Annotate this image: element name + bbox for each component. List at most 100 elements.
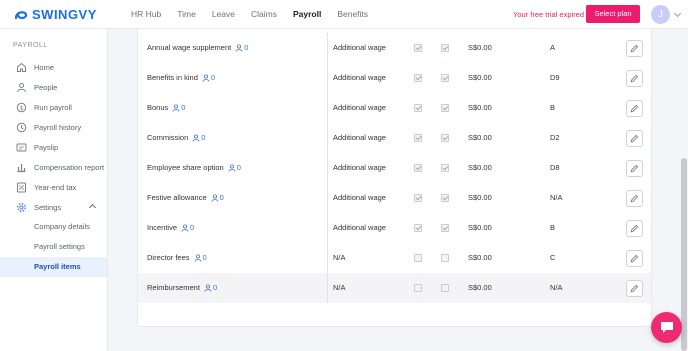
people-icon[interactable]: [202, 74, 210, 82]
item-type: Additional wage: [333, 163, 386, 172]
sidebar-item-year-end-tax[interactable]: Year-end tax: [0, 177, 107, 197]
people-icon[interactable]: [235, 44, 243, 52]
edit-button[interactable]: [626, 160, 643, 177]
edit-button[interactable]: [626, 70, 643, 87]
item-type: N/A: [333, 283, 346, 292]
table-row[interactable]: Employee share option 0 Additional wage …: [138, 153, 651, 183]
checkbox-2[interactable]: [441, 224, 449, 232]
nav-leave[interactable]: Leave: [212, 0, 235, 29]
people-count[interactable]: 0: [211, 63, 215, 93]
sidebar-item-label: Compensation report: [34, 162, 105, 172]
checkbox-2[interactable]: [441, 74, 449, 82]
report-icon: [15, 161, 27, 173]
sidebar-item-compensation-report[interactable]: Compensation report: [0, 157, 107, 177]
people-count[interactable]: 0: [244, 33, 248, 63]
brand-name: SWINGVY: [32, 7, 97, 22]
item-amount: S$0.00: [468, 103, 492, 112]
checkbox-1[interactable]: [414, 224, 422, 232]
scrollbar[interactable]: [681, 158, 687, 351]
sidebar-item-payroll-history[interactable]: Payroll history: [0, 117, 107, 137]
item-name: Employee share option: [147, 163, 224, 172]
item-type: Additional wage: [333, 193, 386, 202]
item-type: Additional wage: [333, 133, 386, 142]
sidebar-item-home[interactable]: Home: [0, 57, 107, 77]
edit-button[interactable]: [626, 40, 643, 57]
nav-benefits[interactable]: Benefits: [337, 0, 368, 29]
checkbox-1[interactable]: [414, 104, 422, 112]
checkbox-2[interactable]: [441, 44, 449, 52]
top-bar: SWINGVY HR Hub Time Leave Claims Payroll…: [0, 0, 688, 29]
checkbox-2[interactable]: [441, 194, 449, 202]
table-row[interactable]: Incentive 0 Additional wage S$0.00 B: [138, 213, 651, 243]
people-icon[interactable]: [204, 284, 212, 292]
people-count[interactable]: 0: [181, 93, 185, 123]
edit-button[interactable]: [626, 130, 643, 147]
nav-claims[interactable]: Claims: [251, 0, 277, 29]
top-nav: HR Hub Time Leave Claims Payroll Benefit…: [131, 0, 384, 29]
table-row[interactable]: Commission 0 Additional wage S$0.00 D2: [138, 123, 651, 153]
checkbox-1[interactable]: [414, 284, 422, 292]
people-count[interactable]: 0: [201, 123, 205, 153]
checkbox-1[interactable]: [414, 134, 422, 142]
chat-icon: [660, 322, 673, 333]
avatar[interactable]: J: [651, 5, 670, 24]
nav-payroll[interactable]: Payroll: [293, 0, 321, 29]
item-name: Festive allowance: [147, 193, 207, 202]
people-icon[interactable]: [228, 164, 236, 172]
checkbox-1[interactable]: [414, 44, 422, 52]
people-icon[interactable]: [192, 134, 200, 142]
chat-button[interactable]: [651, 312, 682, 343]
table-row[interactable]: Benefits in kind 0 Additional wage S$0.0…: [138, 63, 651, 93]
people-icon[interactable]: [181, 224, 189, 232]
item-code: D9: [550, 73, 560, 82]
checkbox-2[interactable]: [441, 164, 449, 172]
chevron-up-icon[interactable]: [88, 203, 97, 212]
nav-hr-hub[interactable]: HR Hub: [131, 0, 161, 29]
swingvy-logo[interactable]: SWINGVY: [13, 6, 97, 23]
people-icon[interactable]: [172, 104, 180, 112]
item-amount: S$0.00: [468, 43, 492, 52]
checkbox-1[interactable]: [414, 74, 422, 82]
checkbox-2[interactable]: [441, 104, 449, 112]
people-count[interactable]: 0: [237, 153, 241, 183]
table-row[interactable]: Annual wage supplement 0 Additional wage…: [138, 33, 651, 63]
checkbox-2[interactable]: [441, 284, 449, 292]
sidebar-item-label: People: [34, 82, 58, 92]
people-count[interactable]: 0: [190, 213, 194, 243]
table-row[interactable]: Reimbursement 0 N/A S$0.00 N/A: [138, 273, 651, 303]
nav-time[interactable]: Time: [177, 0, 196, 29]
sidebar-item-people[interactable]: People: [0, 77, 107, 97]
edit-button[interactable]: [626, 250, 643, 267]
people-count[interactable]: 0: [220, 183, 224, 213]
sidebar-item-settings[interactable]: Settings: [0, 197, 107, 217]
edit-button[interactable]: [626, 220, 643, 237]
people-count[interactable]: 0: [203, 243, 207, 273]
edit-button[interactable]: [626, 280, 643, 297]
sidebar-item-payslip[interactable]: Payslip: [0, 137, 107, 157]
sidebar-subitem-company-details[interactable]: Company details: [0, 217, 107, 237]
select-plan-button[interactable]: Select plan: [586, 5, 640, 23]
people-icon[interactable]: [211, 194, 219, 202]
table-row[interactable]: Festive allowance 0 Additional wage S$0.…: [138, 183, 651, 213]
checkbox-1[interactable]: [414, 164, 422, 172]
checkbox-2[interactable]: [441, 134, 449, 142]
edit-button[interactable]: [626, 190, 643, 207]
table-row[interactable]: Bonus 0 Additional wage S$0.00 B: [138, 93, 651, 123]
sidebar-item-run-payroll[interactable]: $ Run payroll: [0, 97, 107, 117]
sidebar-subitem-payroll-settings[interactable]: Payroll settings: [0, 237, 107, 257]
tax-icon: [15, 181, 27, 193]
people-icon[interactable]: [194, 254, 202, 262]
sidebar-subitem-payroll-items[interactable]: Payroll items: [0, 257, 107, 277]
checkbox-1[interactable]: [414, 254, 422, 262]
chevron-down-icon[interactable]: [673, 9, 682, 18]
table-row[interactable]: Director fees 0 N/A S$0.00 C: [138, 243, 651, 273]
pencil-icon: [630, 164, 639, 173]
payslip-icon: [15, 141, 27, 153]
item-name: Benefits in kind: [147, 73, 198, 82]
column-divider: [327, 153, 328, 183]
edit-button[interactable]: [626, 100, 643, 117]
people-count[interactable]: 0: [213, 273, 217, 303]
checkbox-2[interactable]: [441, 254, 449, 262]
checkbox-1[interactable]: [414, 194, 422, 202]
sidebar-item-label: Settings: [34, 202, 62, 212]
